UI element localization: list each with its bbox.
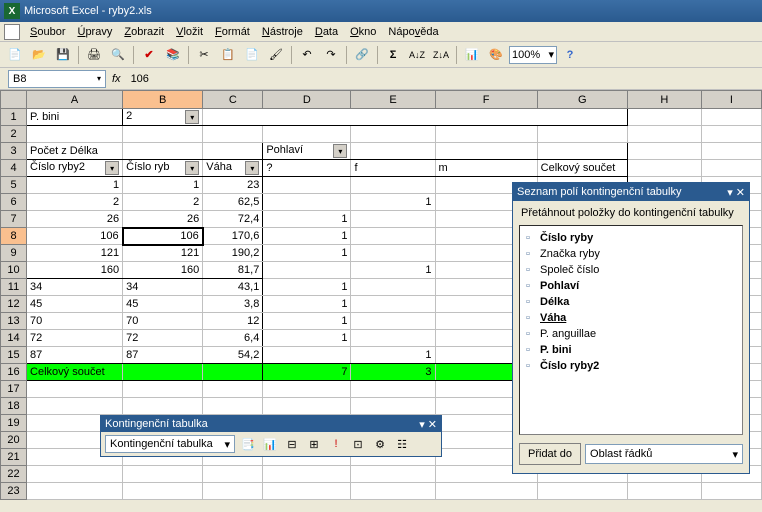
doc-icon	[4, 24, 20, 40]
cell-B8[interactable]: 106	[123, 228, 203, 245]
print-icon[interactable]: 🖨	[83, 44, 105, 66]
paste-icon[interactable]: 📄	[241, 44, 263, 66]
excel-icon: X	[4, 3, 20, 19]
field-items: Číslo ryby Značka ryby Společ číslo Pohl…	[519, 225, 743, 435]
select-all[interactable]	[1, 91, 27, 109]
pivot-toolbar[interactable]: Kontingenční tabulka▾ ✕ Kontingenční tab…	[100, 415, 442, 457]
link-icon[interactable]: 🔗	[351, 44, 373, 66]
col-G[interactable]: G	[537, 91, 627, 109]
hide-detail-icon[interactable]: ⊟	[283, 435, 301, 453]
formula-bar: B8▾ fx 106	[0, 68, 762, 90]
cell-D3[interactable]: Pohlaví▾	[263, 143, 351, 160]
field-list-title: Seznam polí kontingenční tabulky	[517, 186, 682, 198]
chart-icon[interactable]: 📊	[461, 44, 483, 66]
cut-icon[interactable]: ✂	[193, 44, 215, 66]
field-item[interactable]: Číslo ryby	[524, 230, 738, 246]
research-icon[interactable]: 📚	[162, 44, 184, 66]
filter-dropdown-icon[interactable]: ▾	[245, 161, 259, 175]
pivot-field-list[interactable]: Seznam polí kontingenční tabulky ▾ ✕ Přet…	[512, 182, 750, 474]
drawing-icon[interactable]: 🎨	[485, 44, 507, 66]
col-F[interactable]: F	[435, 91, 537, 109]
row-2[interactable]: 2	[1, 126, 27, 143]
menu-data[interactable]: Data	[309, 24, 344, 40]
field-settings-icon[interactable]: ⚙	[371, 435, 389, 453]
fx-icon[interactable]: fx	[112, 73, 121, 85]
add-to-button[interactable]: Přidat do	[519, 443, 581, 465]
menu-okno[interactable]: Okno	[344, 24, 382, 40]
menu-napoveda[interactable]: Nápověda	[382, 24, 444, 40]
refresh-icon[interactable]: !	[327, 435, 345, 453]
preview-icon[interactable]: 🔍	[107, 44, 129, 66]
pivot-toolbar-title: Kontingenční tabulka	[105, 418, 208, 430]
col-H[interactable]: H	[627, 91, 701, 109]
toolbar: 📄 📂 💾 🖨 🔍 ✔ 📚 ✂ 📋 📄 🖌 ↶ ↷ 🔗 Σ A↓Z Z↓A 📊 …	[0, 42, 762, 68]
title-bar: X Microsoft Excel - ryby2.xls	[0, 0, 762, 22]
filter-dropdown-icon[interactable]: ▾	[105, 161, 119, 175]
col-A[interactable]: A	[27, 91, 123, 109]
zoom-combo[interactable]: 100%▾	[509, 46, 557, 64]
field-item[interactable]: P. anguillae	[524, 326, 738, 342]
field-item[interactable]: Váha	[524, 310, 738, 326]
menu-nastroje[interactable]: Nástroje	[256, 24, 309, 40]
include-hidden-icon[interactable]: ⊡	[349, 435, 367, 453]
menu-vlozit[interactable]: Vložit	[170, 24, 209, 40]
close-icon[interactable]: ✕	[428, 419, 437, 431]
col-D[interactable]: D	[263, 91, 351, 109]
menu-format[interactable]: Formát	[209, 24, 256, 40]
menu-soubor[interactable]: Soubor	[24, 24, 71, 40]
col-C[interactable]: C	[203, 91, 263, 109]
close-icon[interactable]: ▾ ✕	[727, 186, 745, 199]
cell-A1[interactable]: P. bini	[27, 109, 123, 126]
app-title: Microsoft Excel - ryby2.xls	[24, 5, 152, 17]
col-B[interactable]: B	[123, 91, 203, 109]
autosum-icon[interactable]: Σ	[382, 44, 404, 66]
row-4[interactable]: 4	[1, 160, 27, 177]
menu-zobrazit[interactable]: Zobrazit	[118, 24, 170, 40]
undo-icon[interactable]: ↶	[296, 44, 318, 66]
toolbar-options-icon[interactable]: ▾	[419, 419, 425, 431]
filter-dropdown-icon[interactable]: ▾	[185, 110, 199, 124]
col-E[interactable]: E	[351, 91, 435, 109]
col-I[interactable]: I	[701, 91, 761, 109]
menu-upravy[interactable]: Úpravy	[71, 24, 118, 40]
field-list-instructions: Přetáhnout položky do kontingenční tabul…	[513, 201, 749, 225]
cell-B1[interactable]: 2▾	[123, 109, 203, 126]
field-item[interactable]: P. bini	[524, 342, 738, 358]
row-3[interactable]: 3	[1, 143, 27, 160]
filter-dropdown-icon[interactable]: ▾	[185, 161, 199, 175]
row-1[interactable]: 1	[1, 109, 27, 126]
sort-asc-icon[interactable]: A↓Z	[406, 44, 428, 66]
field-item[interactable]: Značka ryby	[524, 246, 738, 262]
cell-A3[interactable]: Počet z Délka	[27, 143, 123, 160]
chart-wizard-icon[interactable]: 📊	[261, 435, 279, 453]
spell-icon[interactable]: ✔	[138, 44, 160, 66]
name-box[interactable]: B8▾	[8, 70, 106, 88]
area-combo[interactable]: Oblast řádků▾	[585, 444, 743, 464]
show-field-list-icon[interactable]: ☷	[393, 435, 411, 453]
field-item[interactable]: Společ číslo	[524, 262, 738, 278]
help-icon[interactable]: ?	[559, 44, 581, 66]
menu-bar: Soubor Úpravy Zobrazit Vložit Formát Nás…	[0, 22, 762, 42]
copy-icon[interactable]: 📋	[217, 44, 239, 66]
field-item[interactable]: Číslo ryby2	[524, 358, 738, 374]
field-item[interactable]: Pohlaví	[524, 278, 738, 294]
open-icon[interactable]: 📂	[28, 44, 50, 66]
sort-desc-icon[interactable]: Z↓A	[430, 44, 452, 66]
field-item[interactable]: Délka	[524, 294, 738, 310]
redo-icon[interactable]: ↷	[320, 44, 342, 66]
format-report-icon[interactable]: 📑	[239, 435, 257, 453]
new-icon[interactable]: 📄	[4, 44, 26, 66]
format-painter-icon[interactable]: 🖌	[265, 44, 287, 66]
save-icon[interactable]: 💾	[52, 44, 74, 66]
filter-dropdown-icon[interactable]: ▾	[333, 144, 347, 158]
show-detail-icon[interactable]: ⊞	[305, 435, 323, 453]
formula-value[interactable]: 106	[127, 73, 153, 85]
pivot-menu-combo[interactable]: Kontingenční tabulka▾	[105, 435, 235, 453]
